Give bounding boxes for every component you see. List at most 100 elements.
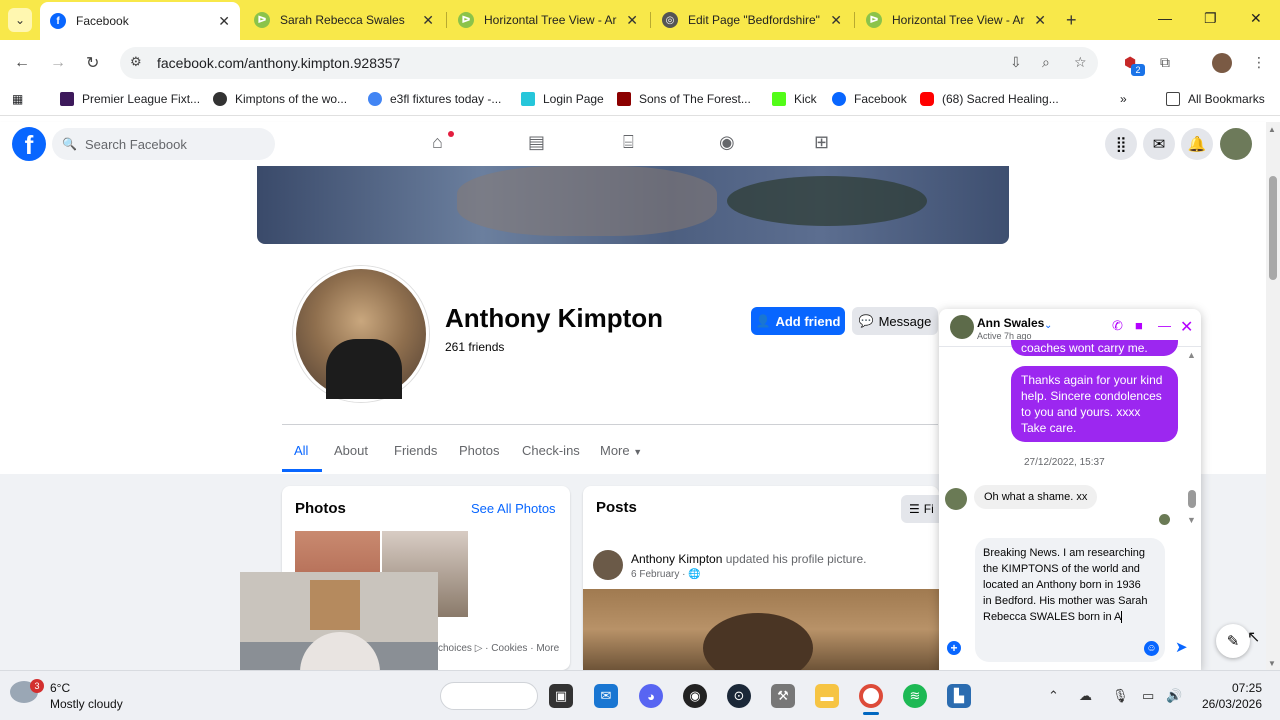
discord-icon[interactable]: ◕: [639, 684, 663, 708]
more-bookmarks-icon[interactable]: »: [1120, 92, 1127, 106]
message-draft[interactable]: Breaking News. I am researching the KIMP…: [983, 545, 1148, 625]
network-icon[interactable]: ▭: [1142, 688, 1154, 704]
bookmark-kimptons[interactable]: Kimptons of the wo...: [213, 92, 347, 106]
outlook-icon[interactable]: ✉: [594, 684, 618, 708]
tab-horizontal-tree-view-2[interactable]: ᐅ Horizontal Tree View - Ar ✕: [856, 4, 1056, 36]
taskbar-search[interactable]: [440, 682, 538, 710]
scroll-up-icon[interactable]: ▲: [1268, 125, 1276, 134]
close-tab-icon[interactable]: ✕: [1034, 12, 1046, 29]
microphone-icon[interactable]: 🎙: [1112, 688, 1129, 704]
weather-description[interactable]: Mostly cloudy: [50, 697, 123, 711]
notifications-bell-icon[interactable]: 🔔: [1181, 128, 1213, 160]
menu-grid-icon[interactable]: ⣿: [1105, 128, 1137, 160]
facebook-logo[interactable]: f: [12, 127, 46, 161]
tab-facebook[interactable]: f Facebook ✕: [40, 2, 240, 40]
bookmark-star-icon[interactable]: ☆: [1074, 54, 1087, 71]
facebook-search-input[interactable]: 🔍 Search Facebook: [52, 128, 275, 160]
add-friend-button[interactable]: 👤 Add friend: [751, 307, 845, 335]
tab-more[interactable]: More ▼: [600, 443, 642, 458]
chat-scrollbar-thumb[interactable]: [1188, 490, 1196, 508]
tab-horizontal-tree-view[interactable]: ᐅ Horizontal Tree View - Ar ✕: [448, 4, 648, 36]
chrome-icon[interactable]: [859, 684, 883, 708]
reload-icon[interactable]: ↻: [86, 53, 99, 73]
account-avatar[interactable]: [1220, 128, 1252, 160]
video-icon[interactable]: ▤: [528, 132, 545, 153]
zoom-icon[interactable]: ⌕: [1042, 54, 1050, 71]
post-author-avatar[interactable]: [593, 550, 623, 580]
tab-all[interactable]: All: [294, 443, 308, 458]
app-icon[interactable]: ⚒: [771, 684, 795, 708]
site-info-icon[interactable]: ⚙: [130, 54, 142, 70]
post-image[interactable]: [583, 589, 939, 683]
tab-photos[interactable]: Photos: [459, 443, 499, 458]
forward-icon[interactable]: →: [50, 54, 66, 72]
extensions-icon[interactable]: ⧉: [1160, 54, 1170, 71]
chat-contact-name[interactable]: Ann Swales: [977, 316, 1044, 330]
spotify-icon[interactable]: ≋: [903, 684, 927, 708]
bookmark-kick[interactable]: Kick: [772, 92, 817, 106]
footer-choices-link[interactable]: choices: [438, 643, 472, 654]
chat-scroll-up-icon[interactable]: ▲: [1187, 350, 1196, 360]
close-tab-icon[interactable]: ✕: [218, 13, 230, 30]
filters-button[interactable]: ☰ Fi: [901, 495, 939, 523]
emoji-icon[interactable]: ☺: [1144, 641, 1159, 656]
friends-count[interactable]: 261 friends: [445, 340, 504, 354]
groups-icon[interactable]: ◉: [719, 132, 735, 153]
phone-call-icon[interactable]: ✆: [1112, 318, 1123, 334]
minimize-icon[interactable]: —: [1158, 10, 1172, 26]
close-chat-icon[interactable]: ✕: [1180, 317, 1193, 337]
gaming-icon[interactable]: ⊞: [814, 132, 829, 153]
message-button[interactable]: 💬 Message: [852, 307, 938, 335]
tab-about[interactable]: About: [334, 443, 368, 458]
home-icon[interactable]: ⌂: [432, 132, 443, 153]
file-explorer-icon[interactable]: ▬: [815, 684, 839, 708]
new-message-icon[interactable]: ✎: [1216, 624, 1250, 658]
messenger-icon[interactable]: ✉: [1143, 128, 1175, 160]
post-date[interactable]: 6 February · 🌐: [631, 569, 701, 580]
scroll-down-icon[interactable]: ▼: [1268, 659, 1276, 668]
post-author-name[interactable]: Anthony Kimpton: [631, 552, 722, 566]
task-view-icon[interactable]: ▣: [549, 684, 573, 708]
bookmark-e3fl[interactable]: e3fl fixtures today -...: [368, 92, 501, 106]
close-window-icon[interactable]: ✕: [1250, 10, 1262, 27]
close-tab-icon[interactable]: ✕: [626, 12, 638, 29]
cover-photo[interactable]: [257, 166, 1009, 244]
close-tab-icon[interactable]: ✕: [422, 12, 434, 29]
chat-scroll-down-icon[interactable]: ▼: [1187, 515, 1196, 525]
tab-check-ins[interactable]: Check-ins: [522, 443, 580, 458]
steam-icon[interactable]: ⊙: [727, 684, 751, 708]
apps-grid-icon[interactable]: ▦: [12, 92, 23, 106]
profile-avatar[interactable]: [1212, 53, 1232, 73]
marketplace-icon[interactable]: ⌸: [623, 132, 634, 153]
tab-friends[interactable]: Friends: [394, 443, 437, 458]
volume-icon[interactable]: 🔊: [1166, 688, 1182, 704]
bookmark-sons-of-the-forest[interactable]: Sons of The Forest...: [617, 92, 751, 106]
close-tab-icon[interactable]: ✕: [830, 12, 842, 29]
back-icon[interactable]: ←: [14, 54, 30, 72]
chat-contact-avatar[interactable]: [950, 315, 974, 339]
url-text[interactable]: facebook.com/anthony.kimpton.928357: [157, 55, 400, 71]
browser-menu-icon[interactable]: ⋮: [1252, 54, 1266, 71]
install-app-icon[interactable]: ⇩: [1010, 54, 1022, 71]
page-scrollbar-thumb[interactable]: [1269, 176, 1277, 280]
clock-time[interactable]: 07:25: [1200, 681, 1262, 695]
onedrive-icon[interactable]: ☁: [1079, 688, 1092, 704]
footer-cookies-link[interactable]: Cookies: [491, 643, 527, 654]
new-tab-icon[interactable]: +: [1066, 10, 1077, 31]
bookmark-login-page[interactable]: Login Page: [521, 92, 604, 106]
tab-search-icon[interactable]: ⌄: [8, 8, 32, 32]
weather-temperature[interactable]: 6°C: [50, 681, 70, 695]
bookmark-sacred-healing[interactable]: (68) Sacred Healing...: [920, 92, 1059, 106]
all-bookmarks[interactable]: All Bookmarks: [1166, 92, 1265, 106]
remote-desktop-icon[interactable]: ▙: [947, 684, 971, 708]
chevron-down-icon[interactable]: ⌄: [1044, 320, 1052, 331]
minimize-chat-icon[interactable]: —: [1158, 318, 1171, 333]
video-call-icon[interactable]: ■: [1135, 318, 1143, 333]
profile-picture[interactable]: [293, 266, 429, 402]
bookmark-premier-league[interactable]: Premier League Fixt...: [60, 92, 200, 106]
tab-sarah-rebecca-swales[interactable]: ᐅ Sarah Rebecca Swales ✕: [244, 4, 444, 36]
maximize-icon[interactable]: ❐: [1204, 10, 1217, 27]
chevron-up-icon[interactable]: ⌃: [1048, 688, 1059, 704]
clock-date[interactable]: 26/03/2026: [1190, 697, 1262, 711]
plus-icon[interactable]: +: [947, 641, 961, 655]
